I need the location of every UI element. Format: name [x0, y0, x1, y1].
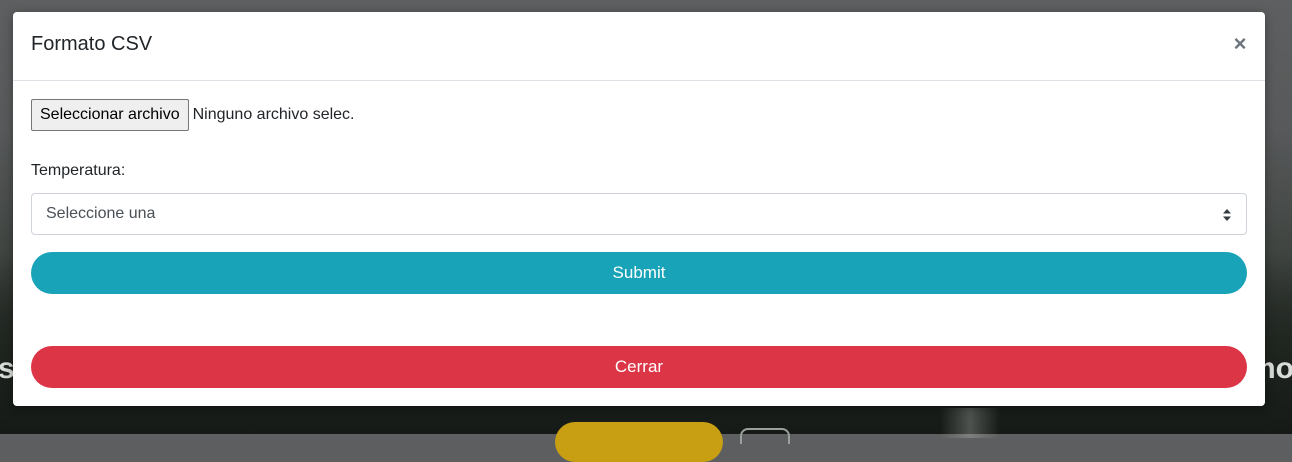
- temperature-select[interactable]: Seleccione una: [31, 193, 1247, 235]
- csv-modal: Formato CSV × Seleccionar archivo Ningun…: [13, 12, 1265, 406]
- modal-title: Formato CSV: [31, 33, 153, 55]
- background-decoration: [740, 428, 790, 444]
- modal-header: Formato CSV ×: [13, 12, 1265, 81]
- file-input[interactable]: Seleccionar archivo Ninguno archivo sele…: [31, 99, 355, 131]
- background-button: [555, 422, 723, 462]
- choose-file-button[interactable]: Seleccionar archivo: [31, 99, 189, 131]
- close-icon[interactable]: ×: [1229, 32, 1251, 56]
- select-arrows-icon: [1223, 209, 1231, 221]
- temperature-label: Temperatura:: [31, 162, 126, 179]
- submit-button[interactable]: Submit: [31, 252, 1247, 294]
- file-status-text: Ninguno archivo selec.: [192, 106, 355, 123]
- close-button[interactable]: Cerrar: [31, 346, 1247, 388]
- temperature-select-value: Seleccione una: [46, 205, 156, 222]
